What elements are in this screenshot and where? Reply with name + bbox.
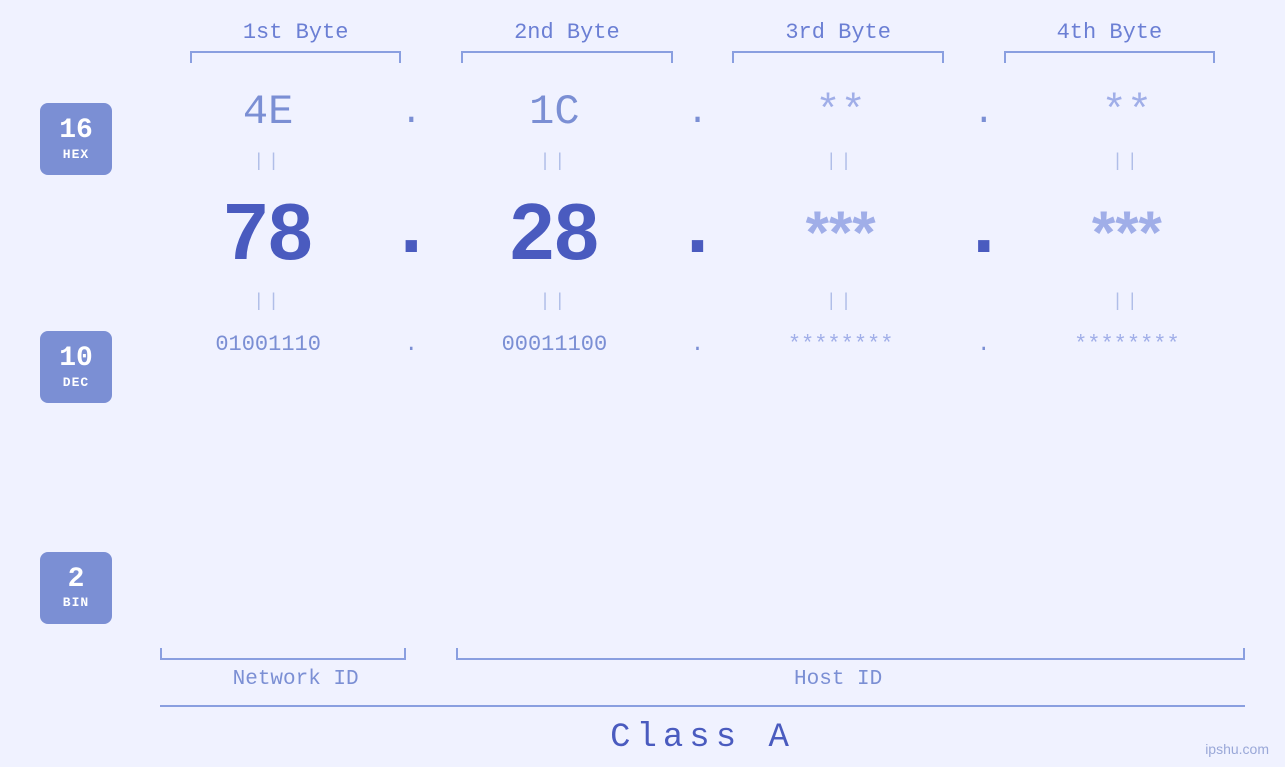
bin-val-4: ******** (1074, 332, 1180, 357)
hex-val-2: 1C (529, 88, 579, 136)
watermark: ipshu.com (1205, 741, 1269, 757)
dec-badge: 10 DEC (40, 331, 112, 403)
dec-val-1: 78 (224, 186, 313, 278)
bin-badge: 2 BIN (40, 552, 112, 624)
main-container: 1st Byte 2nd Byte 3rd Byte 4th Byte 16 H… (0, 0, 1285, 767)
sep-row-2: || || || || (150, 287, 1245, 317)
top-bracket-3 (732, 51, 944, 63)
host-bracket (456, 648, 1245, 660)
bin-val-1: 01001110 (215, 332, 321, 357)
hex-val-4: ** (1102, 88, 1152, 136)
top-bracket-1 (190, 51, 402, 63)
byte3-header: 3rd Byte (703, 20, 974, 45)
host-id-label: Host ID (431, 668, 1245, 691)
network-id-label: Network ID (160, 668, 431, 691)
hex-badge: 16 HEX (40, 103, 112, 175)
hex-val-1: 4E (243, 88, 293, 136)
class-divider (160, 705, 1245, 707)
byte4-header: 4th Byte (974, 20, 1245, 45)
hex-val-3: ** (815, 88, 865, 136)
dec-val-2: 28 (510, 186, 599, 278)
dec-val-3: *** (806, 198, 876, 267)
dec-val-4: *** (1092, 198, 1162, 267)
sep-row-1: || || || || (150, 147, 1245, 177)
hex-row: 4E . 1C . ** . ** (150, 77, 1245, 147)
class-section: Class A (40, 705, 1245, 757)
bin-val-3: ******** (788, 332, 894, 357)
badge-column: 16 HEX 10 DEC 2 BIN (40, 77, 150, 642)
bin-val-2: 00011100 (502, 332, 608, 357)
network-bracket (160, 648, 406, 660)
class-label: Class A (160, 719, 1245, 757)
byte2-header: 2nd Byte (431, 20, 702, 45)
top-bracket-4 (1004, 51, 1216, 63)
dec-row: 78 . 28 . *** . *** (150, 177, 1245, 287)
byte1-header: 1st Byte (160, 20, 431, 45)
bin-row: 01001110 . 00011100 . ******** . *******… (150, 317, 1245, 372)
top-bracket-2 (461, 51, 673, 63)
